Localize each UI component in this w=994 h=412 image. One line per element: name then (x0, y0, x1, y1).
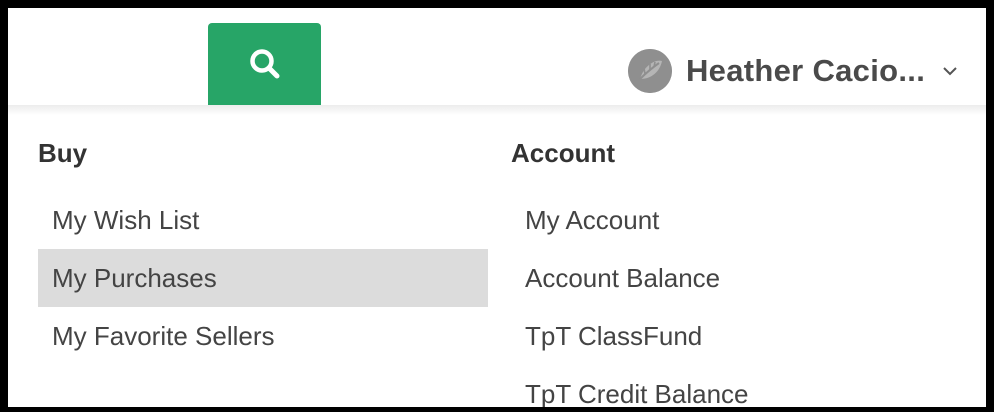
account-heading: Account (511, 138, 615, 168)
user-name: Heather Cacio... (686, 53, 926, 88)
avatar (628, 49, 672, 93)
leaf-avatar-icon (628, 49, 672, 93)
account-section: Account My Account Account Balance TpT C… (511, 133, 971, 407)
header-divider (8, 105, 986, 115)
menu-item-my-favorite-sellers[interactable]: My Favorite Sellers (38, 307, 488, 365)
chevron-down-icon (943, 67, 957, 76)
dropdown-frame: Heather Cacio... Buy My Wish List My Pur… (0, 0, 994, 412)
buy-heading: Buy (38, 138, 88, 168)
search-button[interactable] (208, 23, 321, 105)
top-header: Heather Cacio... (8, 8, 986, 105)
menu-item-tpt-credit-balance[interactable]: TpT Credit Balance (511, 365, 971, 407)
menu-item-my-purchases[interactable]: My Purchases (38, 249, 488, 307)
menu-item-tpt-classfund[interactable]: TpT ClassFund (511, 307, 971, 365)
menu-item-my-account[interactable]: My Account (511, 191, 971, 249)
menu-item-my-wish-list[interactable]: My Wish List (38, 191, 488, 249)
menu-item-account-balance[interactable]: Account Balance (511, 249, 971, 307)
user-menu-toggle[interactable]: Heather Cacio... (628, 48, 959, 94)
search-icon (249, 49, 279, 79)
buy-section: Buy My Wish List My Purchases My Favorit… (38, 133, 488, 365)
